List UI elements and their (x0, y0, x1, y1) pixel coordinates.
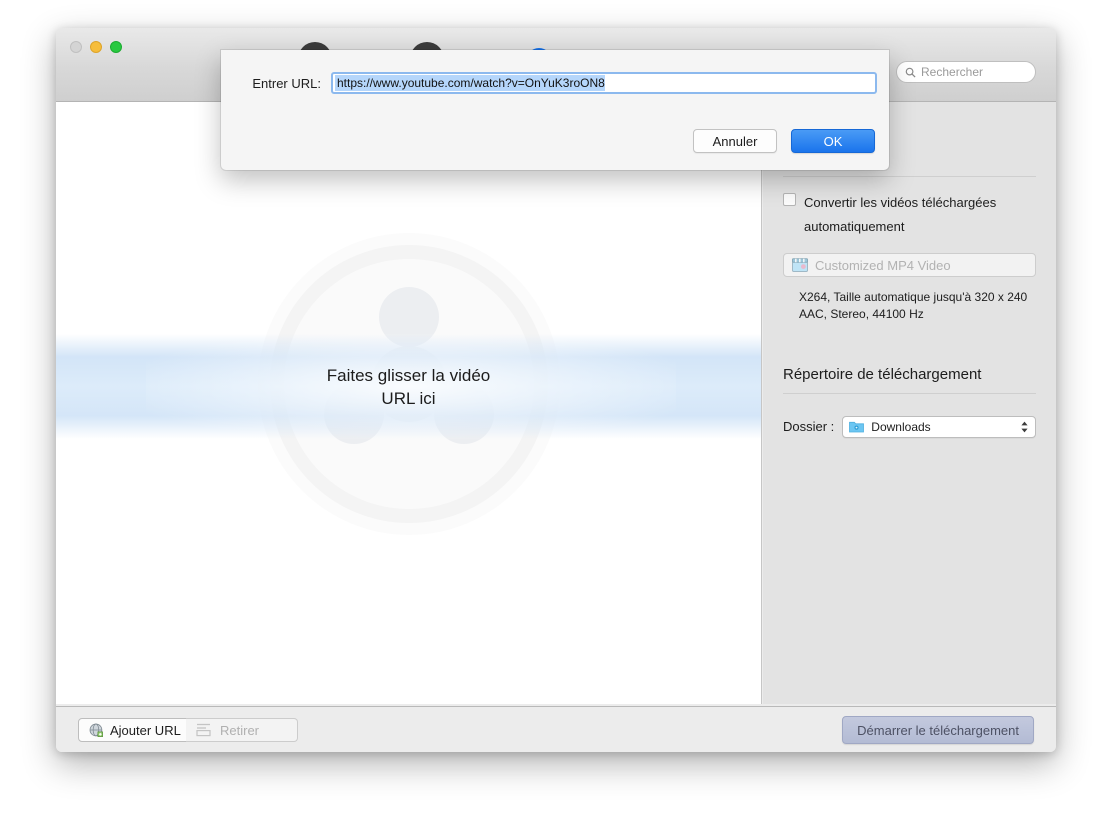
list-icon (196, 723, 211, 737)
convert-label: Convertir les vidéos téléchargées automa… (804, 191, 996, 239)
format-popup-button[interactable]: Customized MP4 Video (783, 253, 1036, 278)
folder-row: Dossier : Downloads (783, 394, 1036, 438)
settings-sidebar: Convertir les vidéos téléchargées automa… (763, 102, 1056, 704)
start-download-button[interactable]: Démarrer le téléchargement (842, 716, 1034, 744)
cancel-button[interactable]: Annuler (693, 129, 777, 153)
remove-label: Retirer (220, 722, 260, 738)
add-url-label: Ajouter URL (110, 722, 181, 738)
folder-label: Dossier : (783, 419, 835, 435)
convert-option-row[interactable]: Convertir les vidéos téléchargées automa… (783, 177, 1036, 239)
search-icon (905, 67, 916, 78)
search-input[interactable]: Rechercher (896, 61, 1036, 83)
add-url-button[interactable]: Ajouter URL (78, 718, 192, 742)
url-input[interactable]: https://www.youtube.com/watch?v=OnYuK3ro… (331, 72, 877, 94)
dropzone-line-2: URL ici (381, 389, 436, 408)
enter-url-label: Entrer URL: (252, 75, 321, 91)
video-dropzone[interactable]: Faites glisser la vidéo URL ici (56, 102, 762, 704)
convert-label-line-1: Convertir les vidéos téléchargées (804, 195, 997, 210)
globe-icon (89, 723, 103, 737)
download-directory-title: Répertoire de téléchargement (783, 365, 982, 383)
folder-value: Downloads (871, 419, 931, 434)
content-area: Faites glisser la vidéo URL ici Converti… (56, 102, 1056, 706)
url-input-row: Entrer URL: https://www.youtube.com/watc… (221, 72, 889, 94)
minimize-button[interactable] (90, 41, 102, 53)
format-info-line-2: AAC, Stereo, 44100 Hz (799, 307, 924, 322)
search-placeholder: Rechercher (921, 65, 984, 79)
clapperboard-icon (792, 258, 808, 273)
screen: Rechercher Faites glisser la vidéo URL i… (0, 0, 1112, 834)
start-download-label: Démarrer le téléchargement (857, 722, 1019, 738)
traffic-lights (70, 41, 122, 53)
bottom-toolbar: Ajouter URL Retirer Démarrer le téléchar… (56, 706, 1056, 752)
ok-label: OK (823, 133, 843, 149)
format-info: X264, Taille automatique jusqu'à 320 x 2… (783, 277, 1036, 324)
zoom-button[interactable] (110, 41, 122, 53)
download-directory-section: Répertoire de téléchargement Dossier : D… (783, 324, 1036, 438)
convert-label-line-2: automatiquement (804, 219, 905, 235)
dropzone-message: Faites glisser la vidéo URL ici (56, 102, 761, 704)
enter-url-sheet: Entrer URL: https://www.youtube.com/watc… (221, 50, 889, 170)
ok-button[interactable]: OK (791, 129, 875, 153)
format-info-line-1: X264, Taille automatique jusqu'à 320 x 2… (799, 290, 1028, 305)
folder-popup-button[interactable]: Downloads (842, 415, 1036, 438)
remove-button: Retirer (186, 718, 298, 742)
close-button[interactable] (70, 41, 82, 53)
folder-icon (849, 422, 865, 433)
url-input-value: https://www.youtube.com/watch?v=OnYuK3ro… (335, 75, 605, 91)
dropzone-line-1: Faites glisser la vidéo (326, 366, 491, 386)
format-popup-value: Customized MP4 Video (815, 257, 951, 273)
cancel-label: Annuler (712, 133, 758, 149)
convert-checkbox[interactable] (783, 193, 796, 206)
sheet-buttons: Annuler OK (693, 129, 875, 153)
chevron-updown-icon (1020, 421, 1029, 433)
